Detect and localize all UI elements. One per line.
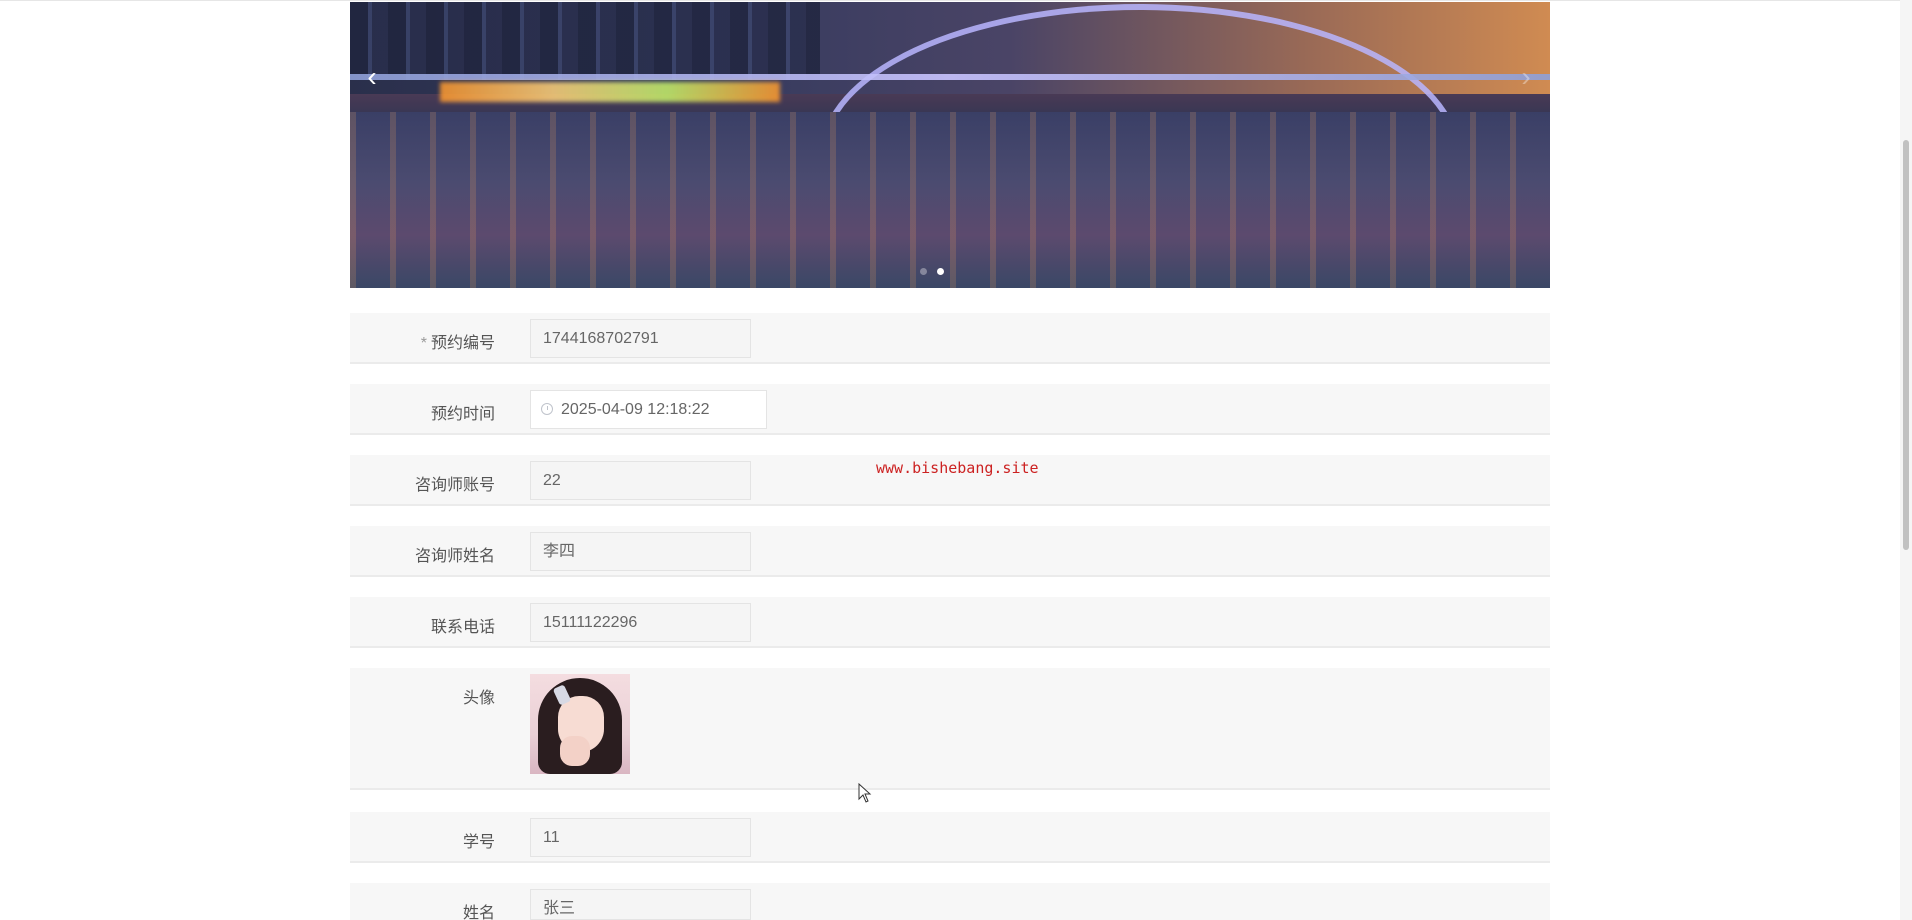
- banner-water: [350, 112, 1550, 288]
- appointment-no-field[interactable]: 1744168702791: [530, 319, 751, 358]
- banner-bridge-deck: [350, 74, 1550, 80]
- chevron-left-icon: ‹: [367, 61, 377, 92]
- phone-label: 联系电话: [430, 619, 495, 636]
- appointment-time-value: 2025-04-09 12:18:22: [561, 401, 710, 418]
- form-row-name: 姓名 张三: [350, 883, 1550, 920]
- avatar[interactable]: [530, 674, 630, 774]
- appointment-no-label: * 预约编号: [420, 335, 495, 352]
- banner-lights: [440, 82, 780, 102]
- banner-carousel[interactable]: [350, 2, 1550, 288]
- chevron-right-icon: ›: [1521, 61, 1531, 92]
- form-row-counselor-name: 咨询师姓名 李四: [350, 526, 1550, 577]
- clock-icon: [541, 403, 553, 415]
- phone-field[interactable]: 15111122296: [530, 603, 751, 642]
- student-id-label: 学号: [462, 834, 495, 851]
- watermark-text: www.bishebang.site: [876, 459, 1039, 477]
- name-label: 姓名: [462, 905, 495, 920]
- mouse-cursor-icon: [858, 783, 872, 803]
- carousel-dot-1[interactable]: [920, 268, 927, 275]
- carousel-prev-button[interactable]: ‹: [360, 62, 384, 92]
- student-id-field[interactable]: 11: [530, 818, 751, 857]
- counselor-name-label: 咨询师姓名: [414, 548, 495, 565]
- form-row-avatar: 头像: [350, 668, 1550, 790]
- counselor-account-label: 咨询师账号: [414, 477, 495, 494]
- carousel-next-button[interactable]: ›: [1514, 62, 1538, 92]
- banner-skyline: [350, 2, 820, 80]
- scrollbar-thumb[interactable]: [1903, 140, 1909, 550]
- counselor-name-field[interactable]: 李四: [530, 532, 751, 571]
- form-row-phone: 联系电话 15111122296: [350, 597, 1550, 648]
- form-row-appointment-time: 预约时间 2025-04-09 12:18:22: [350, 384, 1550, 435]
- avatar-label: 头像: [462, 690, 495, 707]
- appointment-time-label: 预约时间: [430, 406, 495, 423]
- required-mark: *: [420, 335, 427, 352]
- page-scrollbar[interactable]: [1900, 0, 1912, 920]
- form-row-appointment-no: * 预约编号 1744168702791: [350, 313, 1550, 364]
- top-divider: [0, 0, 1900, 1]
- form-row-student-id: 学号 11: [350, 812, 1550, 863]
- carousel-indicators: [920, 268, 944, 275]
- carousel-dot-2[interactable]: [937, 268, 944, 275]
- appointment-time-picker[interactable]: 2025-04-09 12:18:22: [530, 390, 767, 429]
- name-field[interactable]: 张三: [530, 889, 751, 920]
- counselor-account-field[interactable]: 22: [530, 461, 751, 500]
